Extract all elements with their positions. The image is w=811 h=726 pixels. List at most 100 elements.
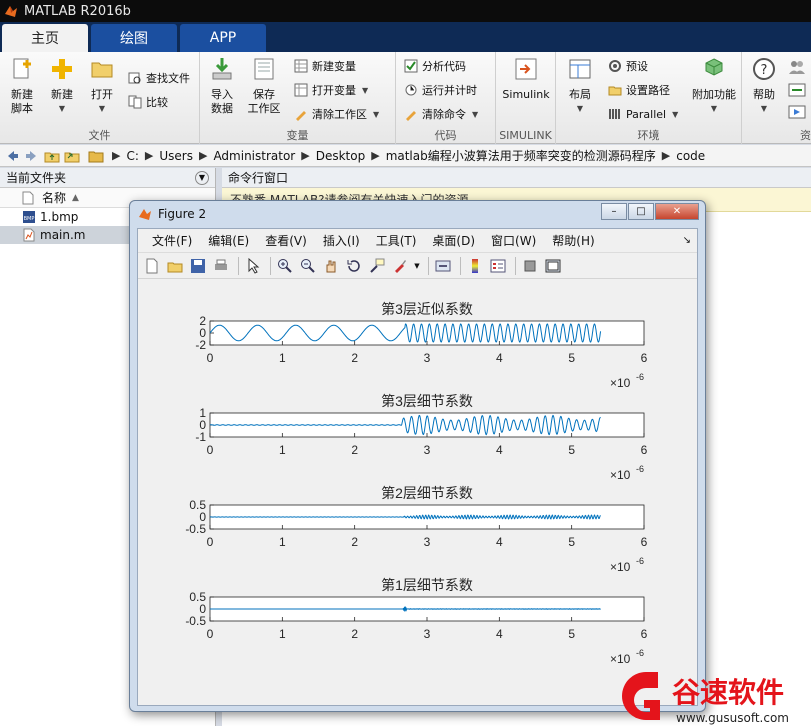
- compare-button[interactable]: 比较: [128, 92, 168, 112]
- breadcrumb-separator-icon: ▶: [198, 149, 208, 162]
- new-script-button[interactable]: 新建 脚本: [2, 56, 42, 116]
- zoom-out-icon[interactable]: [298, 256, 318, 276]
- clear-commands-button[interactable]: 清除命令 ▼: [404, 104, 478, 124]
- toolbar-separator: [238, 256, 239, 275]
- ribbon-group-resources: ? 帮助 ▼ 资: [742, 52, 811, 144]
- menu-insert[interactable]: 插入(I): [315, 232, 368, 249]
- help-button[interactable]: ? 帮助 ▼: [744, 56, 784, 116]
- breadcrumb-drive[interactable]: C:: [120, 149, 144, 163]
- simulink-label: Simulink: [502, 88, 550, 101]
- brush-icon[interactable]: [390, 256, 410, 276]
- pan-icon[interactable]: [321, 256, 341, 276]
- save-icon[interactable]: [188, 256, 208, 276]
- preferences-button[interactable]: 预设: [608, 56, 648, 76]
- colorbar-icon[interactable]: [465, 256, 485, 276]
- figure-title-bar[interactable]: Figure 2 – □ ✕: [130, 201, 705, 227]
- x-tick-label: 6: [641, 443, 648, 457]
- close-button[interactable]: ✕: [655, 203, 699, 220]
- new-variable-button[interactable]: 新建变量: [294, 56, 356, 76]
- toolbar-separator: [270, 256, 271, 275]
- parallel-button[interactable]: Parallel ▼: [608, 104, 678, 124]
- breadcrumb-users[interactable]: Users: [153, 149, 199, 163]
- menu-window[interactable]: 窗口(W): [483, 232, 544, 249]
- new-figure-icon[interactable]: [142, 256, 162, 276]
- breadcrumb-separator-icon: ▶: [144, 149, 154, 162]
- x-exponent: -6: [636, 556, 644, 566]
- hide-plot-tools-icon[interactable]: [520, 256, 540, 276]
- clear-workspace-button[interactable]: 清除工作区 ▼: [294, 104, 379, 124]
- menu-edit[interactable]: 编辑(E): [200, 232, 257, 249]
- data-cursor-icon[interactable]: [367, 256, 387, 276]
- link-plot-icon[interactable]: [433, 256, 453, 276]
- x-tick-label: 2: [351, 627, 358, 641]
- file-group-label: 文件: [88, 129, 111, 142]
- compare-label: 比较: [146, 96, 168, 109]
- brush-dropdown-icon[interactable]: ▼: [413, 256, 421, 276]
- print-icon[interactable]: [211, 256, 231, 276]
- community-icon[interactable]: [788, 58, 806, 76]
- pointer-icon[interactable]: [243, 256, 263, 276]
- forward-icon[interactable]: [24, 148, 40, 164]
- find-files-button[interactable]: 查找文件: [128, 68, 190, 88]
- clear-commands-icon: [406, 111, 416, 121]
- tab-home[interactable]: 主页: [2, 24, 88, 52]
- menu-desktop[interactable]: 桌面(D): [424, 232, 483, 249]
- variable-group-label: 变量: [286, 129, 309, 142]
- ribbon-group-environment: 布局 ▼ 预设 设置路径 Parallel ▼ 附加功能 ▼ 环境: [556, 52, 742, 144]
- dock-figure-icon[interactable]: ↘: [683, 235, 691, 246]
- analyze-code-button[interactable]: 分析代码: [404, 56, 466, 76]
- addons-button[interactable]: 附加功能 ▼: [688, 56, 740, 116]
- x-tick-label: 5: [568, 627, 575, 641]
- matlab-figure-icon: [139, 209, 151, 220]
- toolbar-separator: [460, 256, 461, 275]
- tab-apps[interactable]: APP: [180, 24, 266, 52]
- subplot-title: 第1层细节系数: [381, 577, 473, 593]
- subplot-title: 第2层细节系数: [381, 485, 473, 501]
- breadcrumb-desktop[interactable]: Desktop: [310, 149, 372, 163]
- x-tick-label: 0: [207, 627, 214, 641]
- breadcrumb-code[interactable]: code: [670, 149, 711, 163]
- request-support-icon[interactable]: [788, 82, 806, 98]
- x-tick-label: 6: [641, 351, 648, 365]
- x-exponent-base: ×10: [610, 652, 631, 666]
- menu-view[interactable]: 查看(V): [257, 232, 315, 249]
- legend-icon[interactable]: [488, 256, 508, 276]
- menu-help[interactable]: 帮助(H): [544, 232, 602, 249]
- layout-icon: [569, 59, 591, 79]
- browse-folder-icon[interactable]: [64, 148, 80, 164]
- breadcrumb-project-folder[interactable]: matlab编程小波算法用于频率突变的检测源码程序: [380, 147, 662, 164]
- back-icon[interactable]: [4, 148, 20, 164]
- learn-matlab-icon[interactable]: [788, 104, 806, 120]
- menu-file[interactable]: 文件(F): [144, 232, 200, 249]
- show-plot-tools-icon[interactable]: [543, 256, 563, 276]
- set-path-button[interactable]: 设置路径: [608, 80, 670, 100]
- subplots-svg[interactable]: 第3层近似系数20-20 1 2 3 4 5 6×10 -6第3层细节系数10-10 1 2 3 4 5…: [138, 281, 697, 705]
- simulink-button[interactable]: Simulink: [500, 56, 552, 102]
- file-column-icon: [22, 191, 34, 204]
- x-tick-label: 6: [641, 535, 648, 549]
- open-file-icon[interactable]: [165, 256, 185, 276]
- panel-menu-icon[interactable]: ▼: [195, 170, 209, 185]
- breadcrumb-administrator[interactable]: Administrator: [207, 149, 301, 163]
- minimize-button[interactable]: –: [601, 203, 627, 220]
- svg-text:BMP: BMP: [24, 216, 35, 222]
- x-exponent-base: ×10: [610, 468, 631, 482]
- open-variable-button[interactable]: 打开变量 ▼: [294, 80, 368, 100]
- run-time-button[interactable]: 运行并计时: [404, 80, 477, 100]
- tab-plots[interactable]: 绘图: [91, 24, 177, 52]
- open-button[interactable]: 打开 ▼: [82, 56, 122, 116]
- x-tick-label: 2: [351, 535, 358, 549]
- file-name: 1.bmp: [40, 210, 79, 224]
- x-tick-label: 1: [279, 351, 286, 365]
- menu-tools[interactable]: 工具(T): [368, 232, 425, 249]
- maximize-button[interactable]: □: [628, 203, 654, 220]
- save-workspace-button[interactable]: 保存 工作区: [244, 56, 284, 116]
- x-exponent-base: ×10: [610, 560, 631, 574]
- import-data-button[interactable]: 导入 数据: [202, 56, 242, 116]
- new-button[interactable]: 新建 ▼: [42, 56, 82, 116]
- rotate-icon[interactable]: [344, 256, 364, 276]
- zoom-in-icon[interactable]: [275, 256, 295, 276]
- layout-button[interactable]: 布局 ▼: [560, 56, 600, 116]
- up-folder-icon[interactable]: [44, 148, 60, 164]
- import-data-label: 导入 数据: [211, 88, 233, 115]
